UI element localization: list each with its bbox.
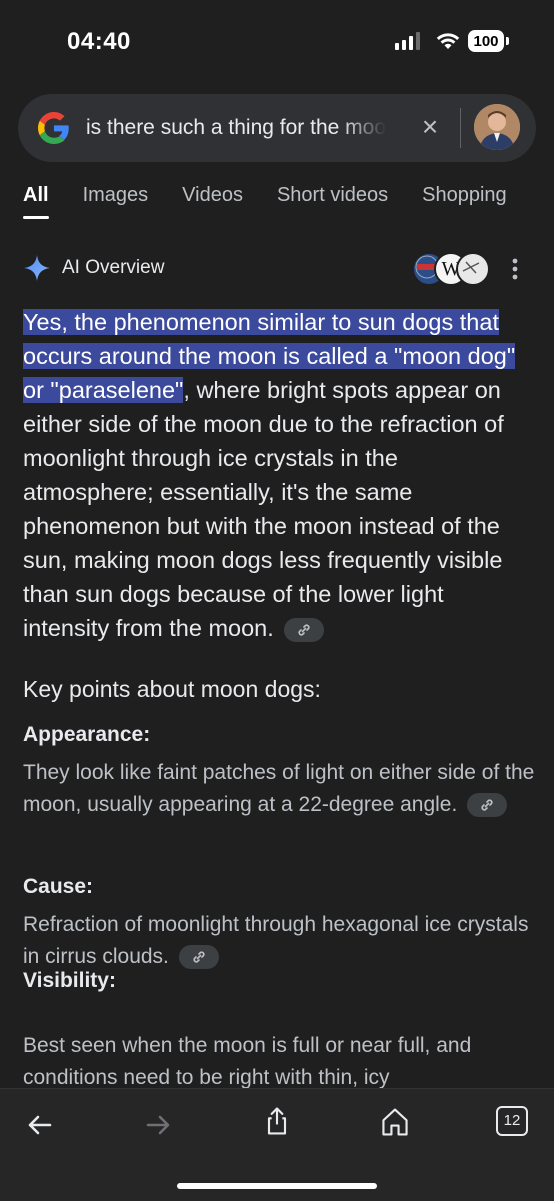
ai-overview-title: AI Overview: [62, 257, 165, 278]
cellular-signal-icon: [395, 32, 420, 50]
link-icon: [298, 624, 310, 636]
source-favicons[interactable]: W: [412, 252, 492, 286]
tab-shopping[interactable]: Shopping: [422, 184, 507, 207]
point-text-cause: Refraction of moonlight through hexagona…: [23, 909, 535, 973]
ai-overview-header: AI Overview W: [23, 252, 533, 286]
clock: 04:40: [67, 28, 131, 55]
search-tabs: All Images Videos Short videos Shopping: [23, 184, 541, 219]
battery-indicator: 100: [468, 30, 504, 52]
home-indicator: [177, 1183, 377, 1189]
divider: [460, 108, 461, 148]
avatar[interactable]: [474, 104, 520, 150]
key-points-heading: Key points about moon dogs:: [23, 676, 321, 702]
share-icon[interactable]: [259, 1105, 295, 1137]
tabs-count-button[interactable]: 12: [496, 1106, 528, 1136]
close-icon[interactable]: ×: [416, 110, 444, 144]
point-text-visibility: Best seen when the moon is full or near …: [23, 1034, 472, 1089]
point-title-cause: Cause:: [23, 875, 94, 898]
tab-short-videos[interactable]: Short videos: [277, 184, 388, 207]
home-icon[interactable]: [377, 1106, 413, 1138]
ai-overview-answer: Yes, the phenomenon similar to sun dogs …: [23, 305, 535, 645]
answer-text: , where bright spots appear on either si…: [23, 377, 504, 641]
wifi-icon: [436, 33, 460, 49]
search-bar[interactable]: is there such a thing for the moon dogs …: [18, 94, 536, 162]
point-title-appearance: Appearance:: [23, 723, 151, 746]
battery-tip: [506, 37, 509, 45]
link-icon: [481, 799, 493, 812]
sparkle-icon: [24, 255, 50, 281]
point-text-appearance: They look like faint patches of light on…: [23, 757, 535, 821]
tab-all[interactable]: All: [23, 184, 49, 219]
source-link-button[interactable]: [178, 945, 219, 970]
tab-images[interactable]: Images: [83, 184, 149, 207]
back-arrow-icon[interactable]: [22, 1109, 58, 1141]
point-text: They look like faint patches of light on…: [23, 761, 535, 816]
forward-arrow-icon[interactable]: [140, 1109, 176, 1141]
source-icon: [456, 252, 490, 286]
link-icon: [193, 951, 205, 964]
search-input[interactable]: is there such a thing for the moon dogs: [86, 116, 386, 140]
more-options-icon[interactable]: [511, 257, 519, 281]
source-link-button[interactable]: [467, 793, 508, 818]
status-bar: 04:40 100: [0, 0, 554, 80]
source-link-button[interactable]: [284, 617, 325, 642]
point-text: Refraction of moonlight through hexagona…: [23, 913, 529, 968]
tab-videos[interactable]: Videos: [182, 184, 243, 207]
point-title-visibility: Visibility:: [23, 969, 116, 992]
google-logo-icon: [38, 112, 69, 144]
